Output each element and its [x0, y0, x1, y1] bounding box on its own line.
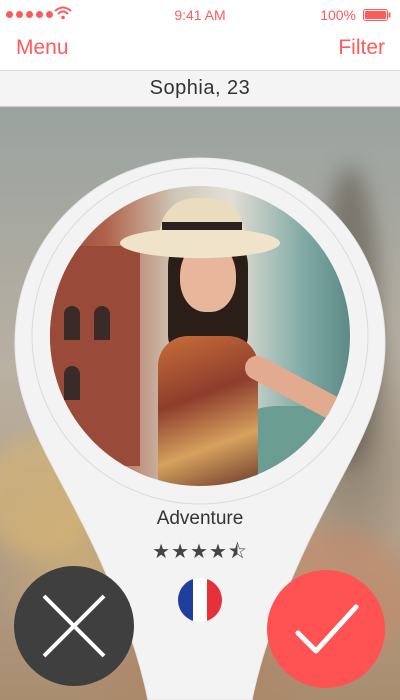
- check-icon: [295, 604, 359, 654]
- france-flag-icon: [178, 578, 222, 622]
- profile-tagline: Adventure: [156, 508, 244, 529]
- close-icon: [42, 594, 106, 658]
- profile-photo: [50, 186, 350, 486]
- accept-button[interactable]: [267, 570, 385, 688]
- reject-button[interactable]: [14, 566, 134, 686]
- rating-stars: ★★★★⯪: [152, 541, 248, 563]
